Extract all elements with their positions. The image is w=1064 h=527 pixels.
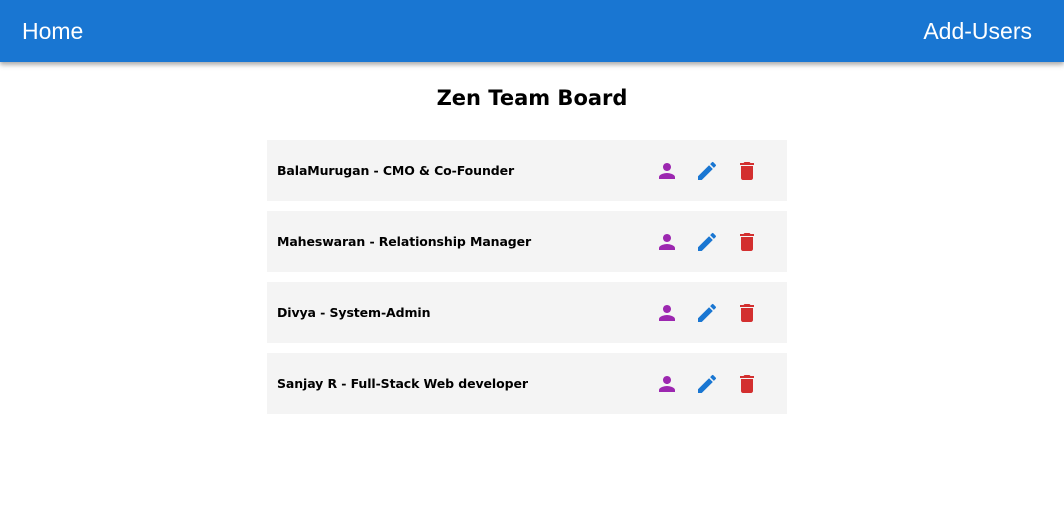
user-entry-text: Maheswaran - Relationship Manager [277, 234, 531, 249]
delete-button[interactable] [727, 222, 767, 262]
separator: - [369, 163, 383, 178]
edit-icon [698, 161, 717, 180]
view-profile-button[interactable] [647, 151, 687, 191]
separator: - [315, 305, 330, 320]
user-role: Full-Stack Web developer [350, 376, 528, 391]
user-row: Divya - System-Admin [267, 282, 787, 343]
user-row: Maheswaran - Relationship Manager [267, 211, 787, 272]
user-name: Maheswaran [277, 234, 366, 249]
user-row: BalaMurugan - CMO & Co-Founder [267, 140, 787, 201]
edit-button[interactable] [687, 364, 727, 404]
add-users-link[interactable]: Add-Users [923, 18, 1032, 45]
edit-button[interactable] [687, 151, 727, 191]
user-name: BalaMurugan [277, 163, 370, 178]
user-role: Relationship Manager [378, 234, 532, 249]
delete-icon [740, 161, 754, 180]
row-actions [647, 140, 767, 201]
row-actions [647, 353, 767, 414]
edit-button[interactable] [687, 293, 727, 333]
delete-icon [740, 303, 754, 322]
user-row: Sanjay R - Full-Stack Web developer [267, 353, 787, 414]
edit-icon [698, 232, 717, 251]
person-icon [659, 375, 675, 392]
person-icon [659, 304, 675, 321]
view-profile-button[interactable] [647, 364, 687, 404]
user-entry-text: Divya - System-Admin [277, 305, 430, 320]
row-actions [647, 211, 767, 272]
user-role: System-Admin [329, 305, 431, 320]
user-role: CMO & Co-Founder [382, 163, 515, 178]
app-bar: Home Add-Users [0, 0, 1064, 62]
delete-button[interactable] [727, 364, 767, 404]
delete-icon [740, 232, 754, 251]
separator: - [337, 376, 351, 391]
delete-button[interactable] [727, 151, 767, 191]
edit-icon [698, 303, 717, 322]
user-name: Sanjay R [277, 376, 337, 391]
home-link[interactable]: Home [22, 18, 83, 45]
person-icon [659, 233, 675, 250]
user-entry-text: BalaMurugan - CMO & Co-Founder [277, 163, 514, 178]
person-icon [659, 162, 675, 179]
view-profile-button[interactable] [647, 222, 687, 262]
delete-icon [740, 374, 754, 393]
page-title: Zen Team Board [436, 86, 628, 110]
edit-button[interactable] [687, 222, 727, 262]
user-list: BalaMurugan - CMO & Co-Founder Maheswara… [267, 140, 787, 424]
user-name: Divya [277, 305, 316, 320]
delete-button[interactable] [727, 293, 767, 333]
separator: - [365, 234, 379, 249]
edit-icon [698, 374, 717, 393]
view-profile-button[interactable] [647, 293, 687, 333]
user-entry-text: Sanjay R - Full-Stack Web developer [277, 376, 528, 391]
row-actions [647, 282, 767, 343]
